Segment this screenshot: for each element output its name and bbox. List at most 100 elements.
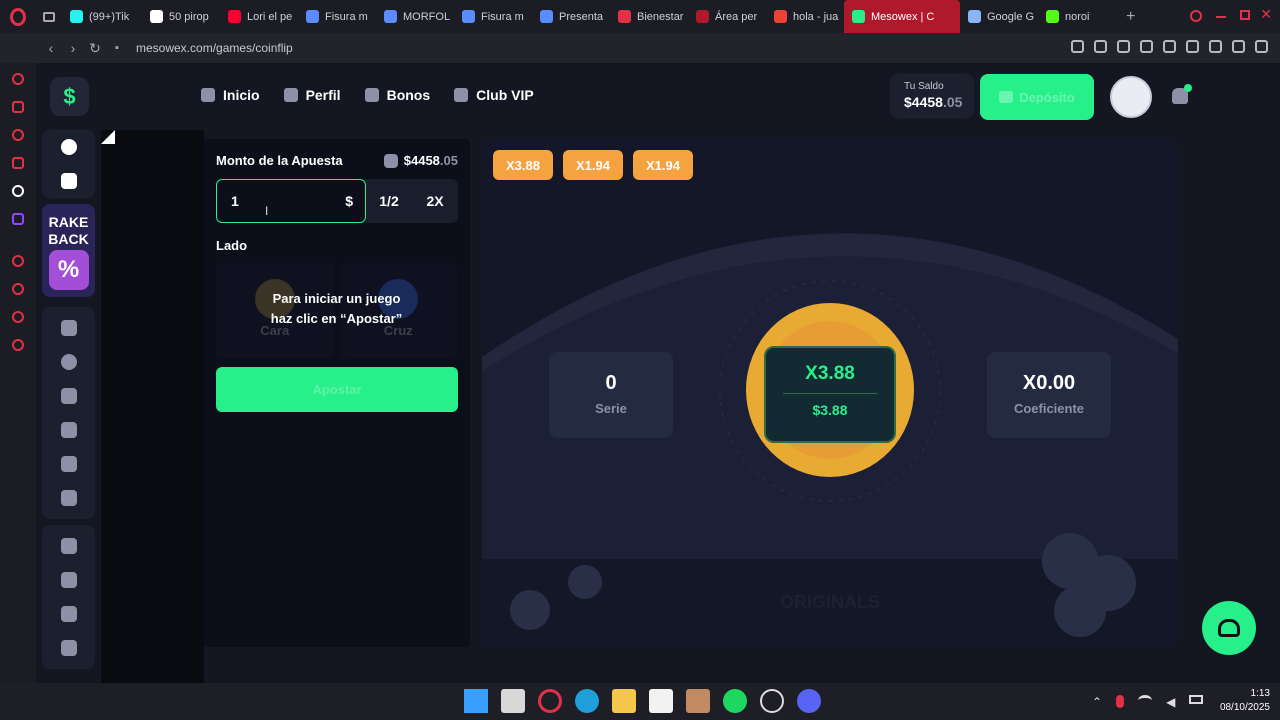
double-bet-button[interactable]: 2X	[412, 179, 458, 223]
box-side-icon[interactable]	[60, 456, 77, 472]
settings-icon[interactable]	[12, 339, 24, 351]
browser-tab[interactable]: Fisura m	[454, 0, 532, 33]
tab-favicon-icon	[1046, 10, 1059, 23]
browser-tab[interactable]: Presenta	[532, 0, 610, 33]
history-icon[interactable]	[12, 283, 24, 295]
tab-list-icon[interactable]	[36, 11, 62, 22]
opera-task-icon[interactable]	[538, 689, 562, 713]
browser-tab[interactable]: MORFOL	[376, 0, 454, 33]
news-icon[interactable]	[12, 157, 24, 169]
content-backdrop	[101, 130, 204, 683]
close-window-button[interactable]: ✕	[1260, 6, 1272, 23]
extensions-icon[interactable]	[1186, 40, 1199, 53]
download-icon[interactable]	[1232, 40, 1245, 53]
browser-tab[interactable]: noroi	[1038, 0, 1116, 33]
user-side-icon[interactable]	[60, 354, 77, 370]
start-icon[interactable]	[464, 689, 488, 713]
nav-inicio[interactable]: Inicio	[201, 87, 260, 103]
steam-icon[interactable]	[760, 689, 784, 713]
wifi-icon[interactable]	[1138, 695, 1153, 706]
nav-bonos[interactable]: Bonos	[364, 87, 430, 103]
coefficient-value: X0.00	[1022, 372, 1076, 394]
browser-tab[interactable]: (99+)Tik	[62, 0, 142, 33]
address-bar: ‹ › ↻ ▪ mesowex.com/games/coinflip	[0, 33, 1280, 63]
twitch-icon[interactable]	[12, 213, 24, 225]
book-icon[interactable]	[60, 538, 77, 554]
browser-tab[interactable]: Área per	[688, 0, 766, 33]
minimize-button[interactable]	[1216, 16, 1226, 18]
sports-icon[interactable]	[60, 388, 77, 404]
balance-amount: $4458.05	[904, 94, 963, 110]
bet-panel: Monto de la Apuesta $4458.05 1 I $ 1/2 2…	[204, 139, 470, 647]
opera-logo-icon[interactable]	[0, 0, 36, 33]
adblock-icon[interactable]	[1117, 40, 1130, 53]
avatar[interactable]	[1110, 76, 1152, 118]
slots-777-icon[interactable]	[60, 173, 77, 189]
browser-tab[interactable]: Mesowex | C	[844, 0, 960, 33]
originals-group	[42, 130, 95, 198]
nav-perfil[interactable]: Perfil	[283, 87, 341, 103]
mic-icon[interactable]	[1116, 695, 1125, 708]
browser-tab[interactable]: Bienestar	[610, 0, 688, 33]
system-clock[interactable]: 1:13 08/10/2025	[1220, 687, 1270, 715]
volume-icon[interactable]: ◀	[1166, 695, 1175, 709]
forward-icon[interactable]: ›	[62, 40, 84, 56]
deposit-button[interactable]: Depósito	[980, 74, 1094, 120]
explorer-icon[interactable]	[612, 689, 636, 713]
messenger-icon[interactable]	[12, 129, 24, 141]
heart-icon[interactable]	[1163, 40, 1176, 53]
spotify-icon[interactable]	[723, 689, 747, 713]
maximize-button[interactable]	[1240, 10, 1250, 20]
reload-icon[interactable]: ↻	[84, 40, 106, 57]
puzzle-icon[interactable]	[60, 572, 77, 588]
tab-label: Fisura m	[325, 10, 368, 23]
taskview-icon[interactable]	[501, 689, 525, 713]
chevron-up-icon[interactable]: ⌃	[1092, 695, 1102, 709]
aria-icon[interactable]	[12, 73, 24, 85]
arc-icon[interactable]	[12, 185, 24, 197]
edge-icon[interactable]	[575, 689, 599, 713]
gift-side-icon[interactable]	[60, 422, 77, 438]
notification-dot	[1184, 84, 1192, 92]
snapshot-icon[interactable]	[1094, 40, 1107, 53]
discord-icon[interactable]	[797, 689, 821, 713]
bell-icon[interactable]	[1172, 84, 1192, 104]
menu-icon[interactable]	[1255, 40, 1268, 53]
extension-side-icon[interactable]	[12, 311, 24, 323]
new-tab-button[interactable]: +	[1116, 8, 1145, 26]
flow-icon[interactable]	[1140, 40, 1153, 53]
tab-label: MORFOL	[403, 10, 451, 23]
pin-icon[interactable]	[1071, 40, 1084, 53]
search-icon[interactable]	[1190, 10, 1202, 22]
originals-icon[interactable]	[60, 139, 77, 155]
tab-label: Google G	[987, 10, 1035, 23]
shield-lock-icon[interactable]	[60, 606, 77, 622]
profile-icon[interactable]	[1209, 40, 1222, 53]
half-bet-button[interactable]: 1/2	[366, 179, 412, 223]
panel-balance: $4458.05	[383, 153, 458, 168]
battery-icon[interactable]	[1189, 695, 1204, 704]
back-icon[interactable]: ‹	[40, 40, 62, 56]
bet-amount-input[interactable]: 1 I $	[216, 179, 366, 223]
tab-favicon-icon	[384, 10, 397, 23]
support-chat-button[interactable]	[1202, 601, 1256, 655]
browser-tab[interactable]: 50 pirop	[142, 0, 220, 33]
bet-button[interactable]: Apostar	[216, 367, 458, 412]
browser-tab[interactable]: Lori el pe	[220, 0, 298, 33]
site-logo[interactable]: $	[50, 77, 89, 116]
workspace-icon[interactable]	[12, 101, 24, 113]
browser-tab[interactable]: Fisura m	[298, 0, 376, 33]
rakeback-banner[interactable]: RAKE BACK %	[42, 204, 95, 297]
store-icon[interactable]	[649, 689, 673, 713]
info-group	[42, 525, 95, 669]
browser-tab[interactable]: hola - jua	[766, 0, 844, 33]
home-side-icon[interactable]	[60, 320, 77, 336]
player-icon[interactable]	[12, 255, 24, 267]
url-field[interactable]: mesowex.com/games/coinflip	[136, 41, 293, 55]
balance-box: Tu Saldo $4458.05	[890, 74, 974, 118]
browser-tab[interactable]: Google G	[960, 0, 1038, 33]
nav-club-vip[interactable]: Club VIP	[454, 87, 534, 103]
star-side-icon[interactable]	[60, 490, 77, 506]
photos-icon[interactable]	[686, 689, 710, 713]
shield-icon[interactable]	[60, 640, 77, 656]
